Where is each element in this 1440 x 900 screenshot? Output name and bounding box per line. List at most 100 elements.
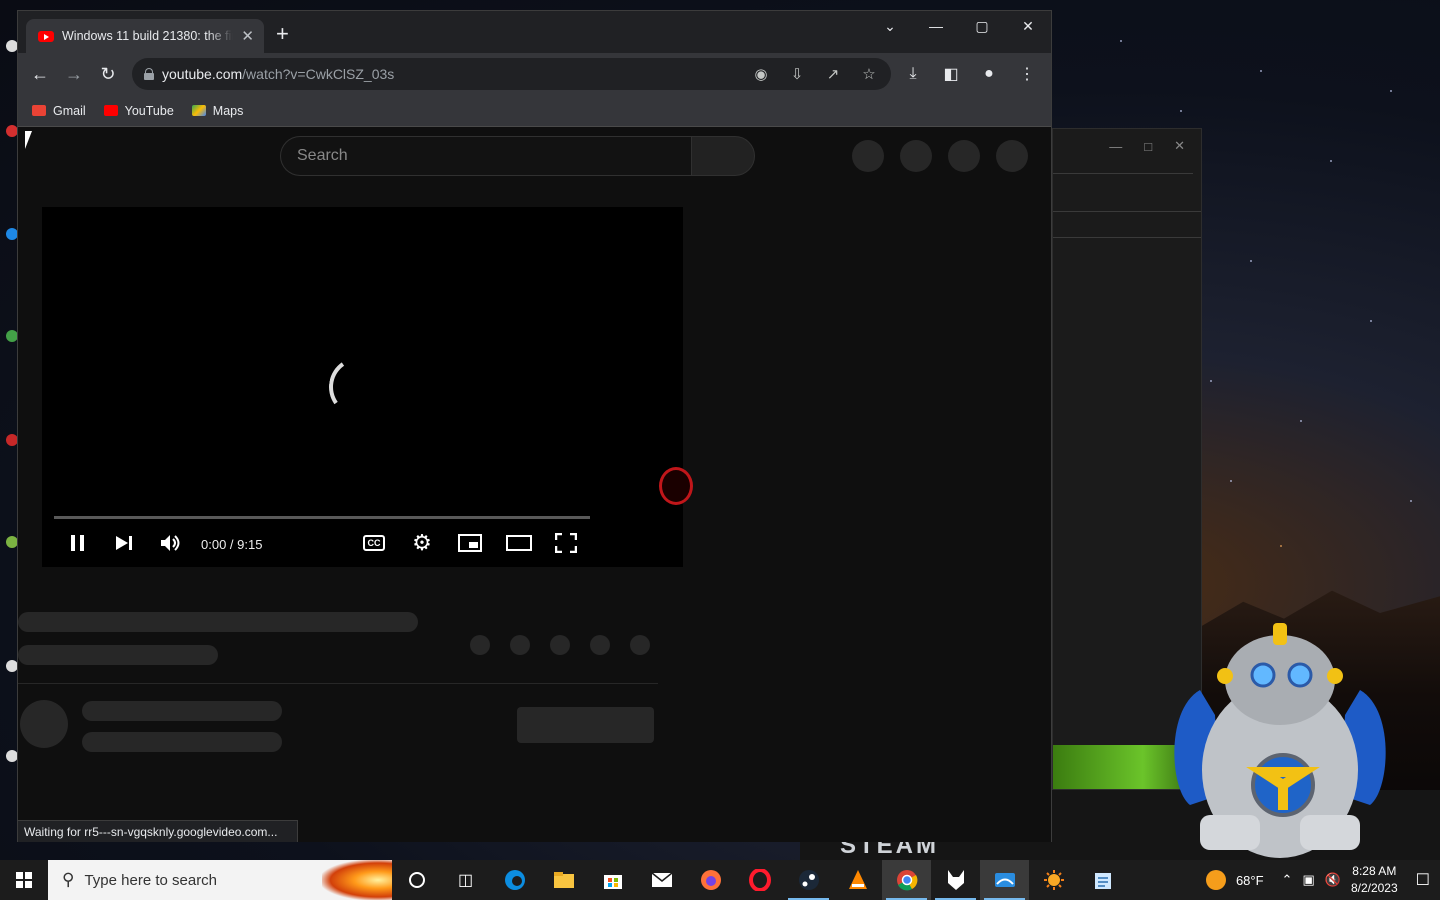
channel-avatar-skeleton bbox=[20, 700, 68, 748]
channel-name-skeleton bbox=[82, 701, 282, 721]
taskbar-app-mail[interactable] bbox=[637, 860, 686, 900]
fullscreen-icon bbox=[555, 533, 577, 553]
google-lens-icon[interactable]: ◉ bbox=[747, 62, 775, 86]
notepad-icon bbox=[1094, 873, 1111, 889]
taskbar-search-box[interactable]: ⚲ Type here to search bbox=[48, 860, 392, 900]
placeholder-icon[interactable] bbox=[900, 140, 932, 172]
downloads-icon[interactable]: ⤓ bbox=[897, 60, 929, 88]
clock[interactable]: 8:28 AM 8/2/2023 bbox=[1351, 863, 1398, 897]
chrome-window[interactable]: Windows 11 build 21380: the first ✕ + ⌄ … bbox=[17, 10, 1052, 842]
time-display: 0:00 / 9:15 bbox=[201, 537, 263, 552]
divider bbox=[1053, 173, 1193, 174]
windows-logo-icon bbox=[16, 872, 32, 888]
weather-sun-icon[interactable] bbox=[1205, 870, 1226, 890]
maximize-button[interactable]: ▢ bbox=[959, 11, 1005, 41]
minimize-icon[interactable]: — bbox=[1109, 139, 1122, 154]
search-highlight-image bbox=[322, 860, 392, 900]
bookmark-youtube[interactable]: YouTube bbox=[103, 104, 174, 118]
close-button[interactable]: ✕ bbox=[1005, 11, 1051, 41]
taskbar-app-opera[interactable] bbox=[735, 860, 784, 900]
search-button[interactable] bbox=[691, 136, 755, 176]
taskbar-app-notepad[interactable] bbox=[1078, 860, 1127, 900]
bookmarks-bar: Gmail YouTube Maps bbox=[18, 95, 1051, 127]
theater-mode-button[interactable] bbox=[506, 531, 532, 555]
side-panel-icon[interactable]: ◧ bbox=[935, 60, 967, 88]
gmail-icon bbox=[32, 105, 46, 116]
volume-muted-icon[interactable]: 🔇 bbox=[1325, 872, 1341, 888]
miniplayer-icon bbox=[458, 534, 482, 552]
minimize-button[interactable]: — bbox=[913, 11, 959, 41]
placeholder-icon[interactable] bbox=[948, 140, 980, 172]
new-tab-button[interactable]: + bbox=[276, 23, 289, 45]
youtube-search bbox=[280, 136, 755, 176]
forward-button[interactable]: → bbox=[60, 60, 88, 88]
folder-icon bbox=[553, 872, 574, 888]
task-view-icon: ◫ bbox=[457, 872, 474, 889]
maps-icon bbox=[191, 105, 206, 116]
search-input[interactable] bbox=[280, 136, 691, 176]
start-button[interactable] bbox=[0, 860, 48, 900]
taskbar-search-placeholder: Type here to search bbox=[84, 871, 218, 889]
url-text[interactable]: youtube.com/watch?v=CwkClSZ_03s bbox=[162, 66, 739, 82]
bookmark-star-icon[interactable]: ☆ bbox=[855, 62, 883, 86]
action-skeleton bbox=[510, 635, 530, 655]
taskbar-app-file-explorer[interactable] bbox=[539, 860, 588, 900]
miniplayer-button[interactable] bbox=[458, 531, 482, 555]
tab-close-icon[interactable]: ✕ bbox=[241, 27, 254, 45]
weather-temperature[interactable]: 68°F bbox=[1236, 873, 1264, 888]
volume-button[interactable] bbox=[160, 531, 182, 555]
taskbar-app-edge[interactable] bbox=[490, 860, 539, 900]
subtitle-skeleton bbox=[18, 645, 218, 665]
player-controls: 0:00 / 9:15 CC ⚙ bbox=[42, 523, 683, 563]
chevron-up-icon[interactable]: ⌃ bbox=[1282, 872, 1293, 888]
task-view-button[interactable]: ◫ bbox=[441, 860, 490, 900]
robot-mascot-image bbox=[1174, 623, 1386, 858]
cc-icon: CC bbox=[363, 535, 385, 551]
tab-search-icon[interactable]: ⌄ bbox=[867, 11, 913, 41]
pause-button[interactable] bbox=[68, 531, 88, 555]
share-icon[interactable]: ↗ bbox=[819, 62, 847, 86]
maximize-icon[interactable]: □ bbox=[1144, 139, 1152, 154]
video-player[interactable]: 0:00 / 9:15 CC ⚙ bbox=[42, 207, 693, 567]
taskbar-app-firefox[interactable] bbox=[686, 860, 735, 900]
network-icon[interactable]: ▣ bbox=[1302, 872, 1314, 888]
taskbar-app-steam[interactable] bbox=[784, 860, 833, 900]
notifications-icon[interactable]: ☐ bbox=[1416, 870, 1430, 890]
taskbar-app-vlc[interactable] bbox=[833, 860, 882, 900]
profile-icon[interactable]: ● bbox=[973, 60, 1005, 88]
bookmark-label: Maps bbox=[212, 103, 244, 118]
menu-kebab-icon[interactable]: ⋮ bbox=[1011, 60, 1043, 88]
settings-gear-icon[interactable]: ⚙ bbox=[410, 530, 434, 555]
cortana-button[interactable] bbox=[392, 860, 441, 900]
vlc-icon bbox=[848, 870, 867, 889]
captions-button[interactable]: CC bbox=[362, 531, 386, 555]
title-skeleton bbox=[18, 612, 418, 632]
next-button[interactable] bbox=[114, 531, 134, 555]
taskbar-app-chrome[interactable] bbox=[882, 860, 931, 900]
divider bbox=[1053, 237, 1201, 238]
taskbar-app-photos[interactable] bbox=[980, 860, 1029, 900]
progress-bar[interactable] bbox=[54, 516, 590, 519]
mouse-cursor-icon bbox=[25, 131, 39, 149]
fullscreen-button[interactable] bbox=[554, 531, 578, 555]
taskbar-app-store[interactable] bbox=[588, 860, 637, 900]
taskbar-app-sunny[interactable] bbox=[1029, 860, 1078, 900]
channel-watermark-icon[interactable] bbox=[659, 467, 693, 505]
tab-youtube-video[interactable]: Windows 11 build 21380: the first ✕ bbox=[26, 19, 264, 53]
bookmark-maps[interactable]: Maps bbox=[191, 103, 244, 118]
section-divider bbox=[18, 683, 658, 684]
back-button[interactable]: ← bbox=[26, 60, 54, 88]
window-controls: ⌄ — ▢ ✕ bbox=[867, 11, 1051, 41]
placeholder-icon[interactable] bbox=[852, 140, 884, 172]
address-bar[interactable]: youtube.com/watch?v=CwkClSZ_03s ◉ ⇩ ↗ ☆ bbox=[132, 58, 891, 90]
close-icon[interactable]: ✕ bbox=[1174, 138, 1185, 154]
browser-toolbar: ← → ↻ youtube.com/watch?v=CwkClSZ_03s ◉ … bbox=[18, 53, 1051, 95]
lock-icon[interactable] bbox=[144, 68, 154, 80]
install-app-icon[interactable]: ⇩ bbox=[783, 62, 811, 86]
placeholder-avatar[interactable] bbox=[996, 140, 1028, 172]
bookmark-gmail[interactable]: Gmail bbox=[32, 104, 86, 118]
opera-icon bbox=[748, 869, 771, 891]
reload-button[interactable]: ↻ bbox=[94, 60, 122, 88]
clock-date: 8/2/2023 bbox=[1350, 881, 1398, 895]
taskbar-app-librewolf[interactable] bbox=[931, 860, 980, 900]
